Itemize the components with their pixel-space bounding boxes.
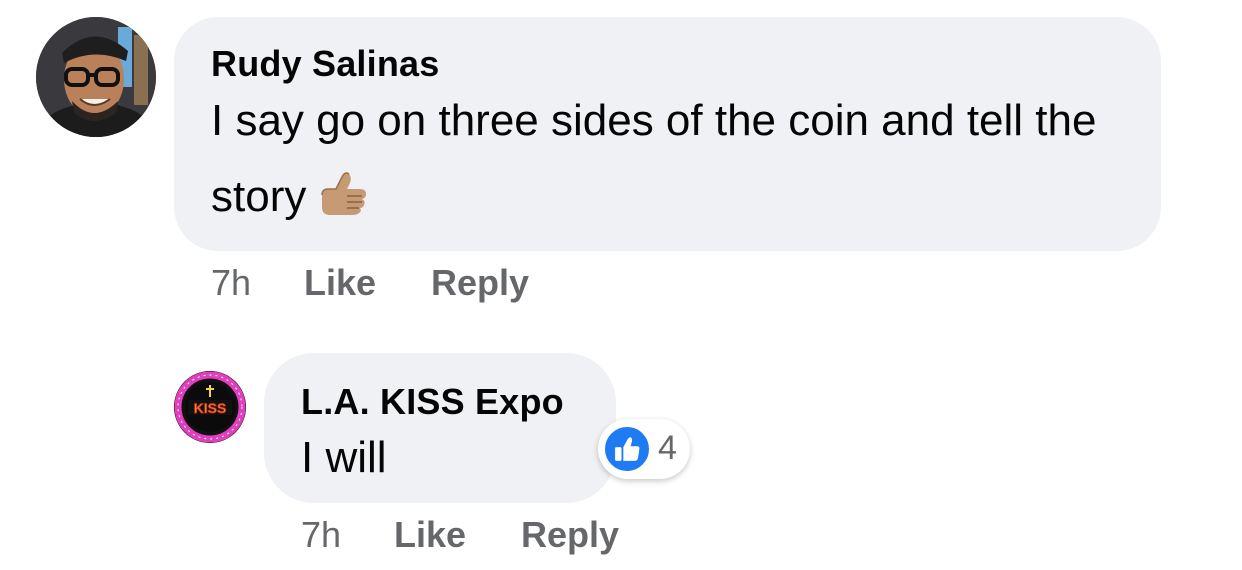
like-reaction-icon [603, 425, 651, 473]
reply-button[interactable]: Reply [521, 514, 619, 556]
avatar-rudy-salinas[interactable] [36, 17, 156, 137]
avatar-la-kiss-expo[interactable]: KISS [174, 371, 246, 443]
reply-bubble: L.A. KISS Expo I will [264, 353, 616, 503]
comment-timestamp[interactable]: 7h [211, 262, 251, 304]
like-button[interactable]: Like [304, 262, 376, 304]
kiss-logo-text: KISS [194, 400, 227, 416]
reply-button[interactable]: Reply [431, 262, 529, 304]
comment-author[interactable]: Rudy Salinas [211, 43, 439, 85]
like-button[interactable]: Like [394, 514, 466, 556]
comment-text: I say go on three sides of the coin and … [211, 83, 1141, 235]
reaction-summary[interactable]: 4 [598, 419, 690, 479]
comment-author[interactable]: L.A. KISS Expo [301, 381, 564, 423]
kiss-expo-logo-icon: KISS [174, 371, 246, 443]
thumbs-up-emoji-icon [314, 165, 370, 215]
comment-bubble: Rudy Salinas I say go on three sides of … [174, 17, 1161, 251]
comment-timestamp[interactable]: 7h [301, 514, 341, 556]
comment-text: I will [301, 433, 387, 482]
reaction-count: 4 [658, 429, 677, 467]
profile-photo-icon [36, 17, 156, 137]
comment-thread: Rudy Salinas I say go on three sides of … [0, 0, 1242, 570]
